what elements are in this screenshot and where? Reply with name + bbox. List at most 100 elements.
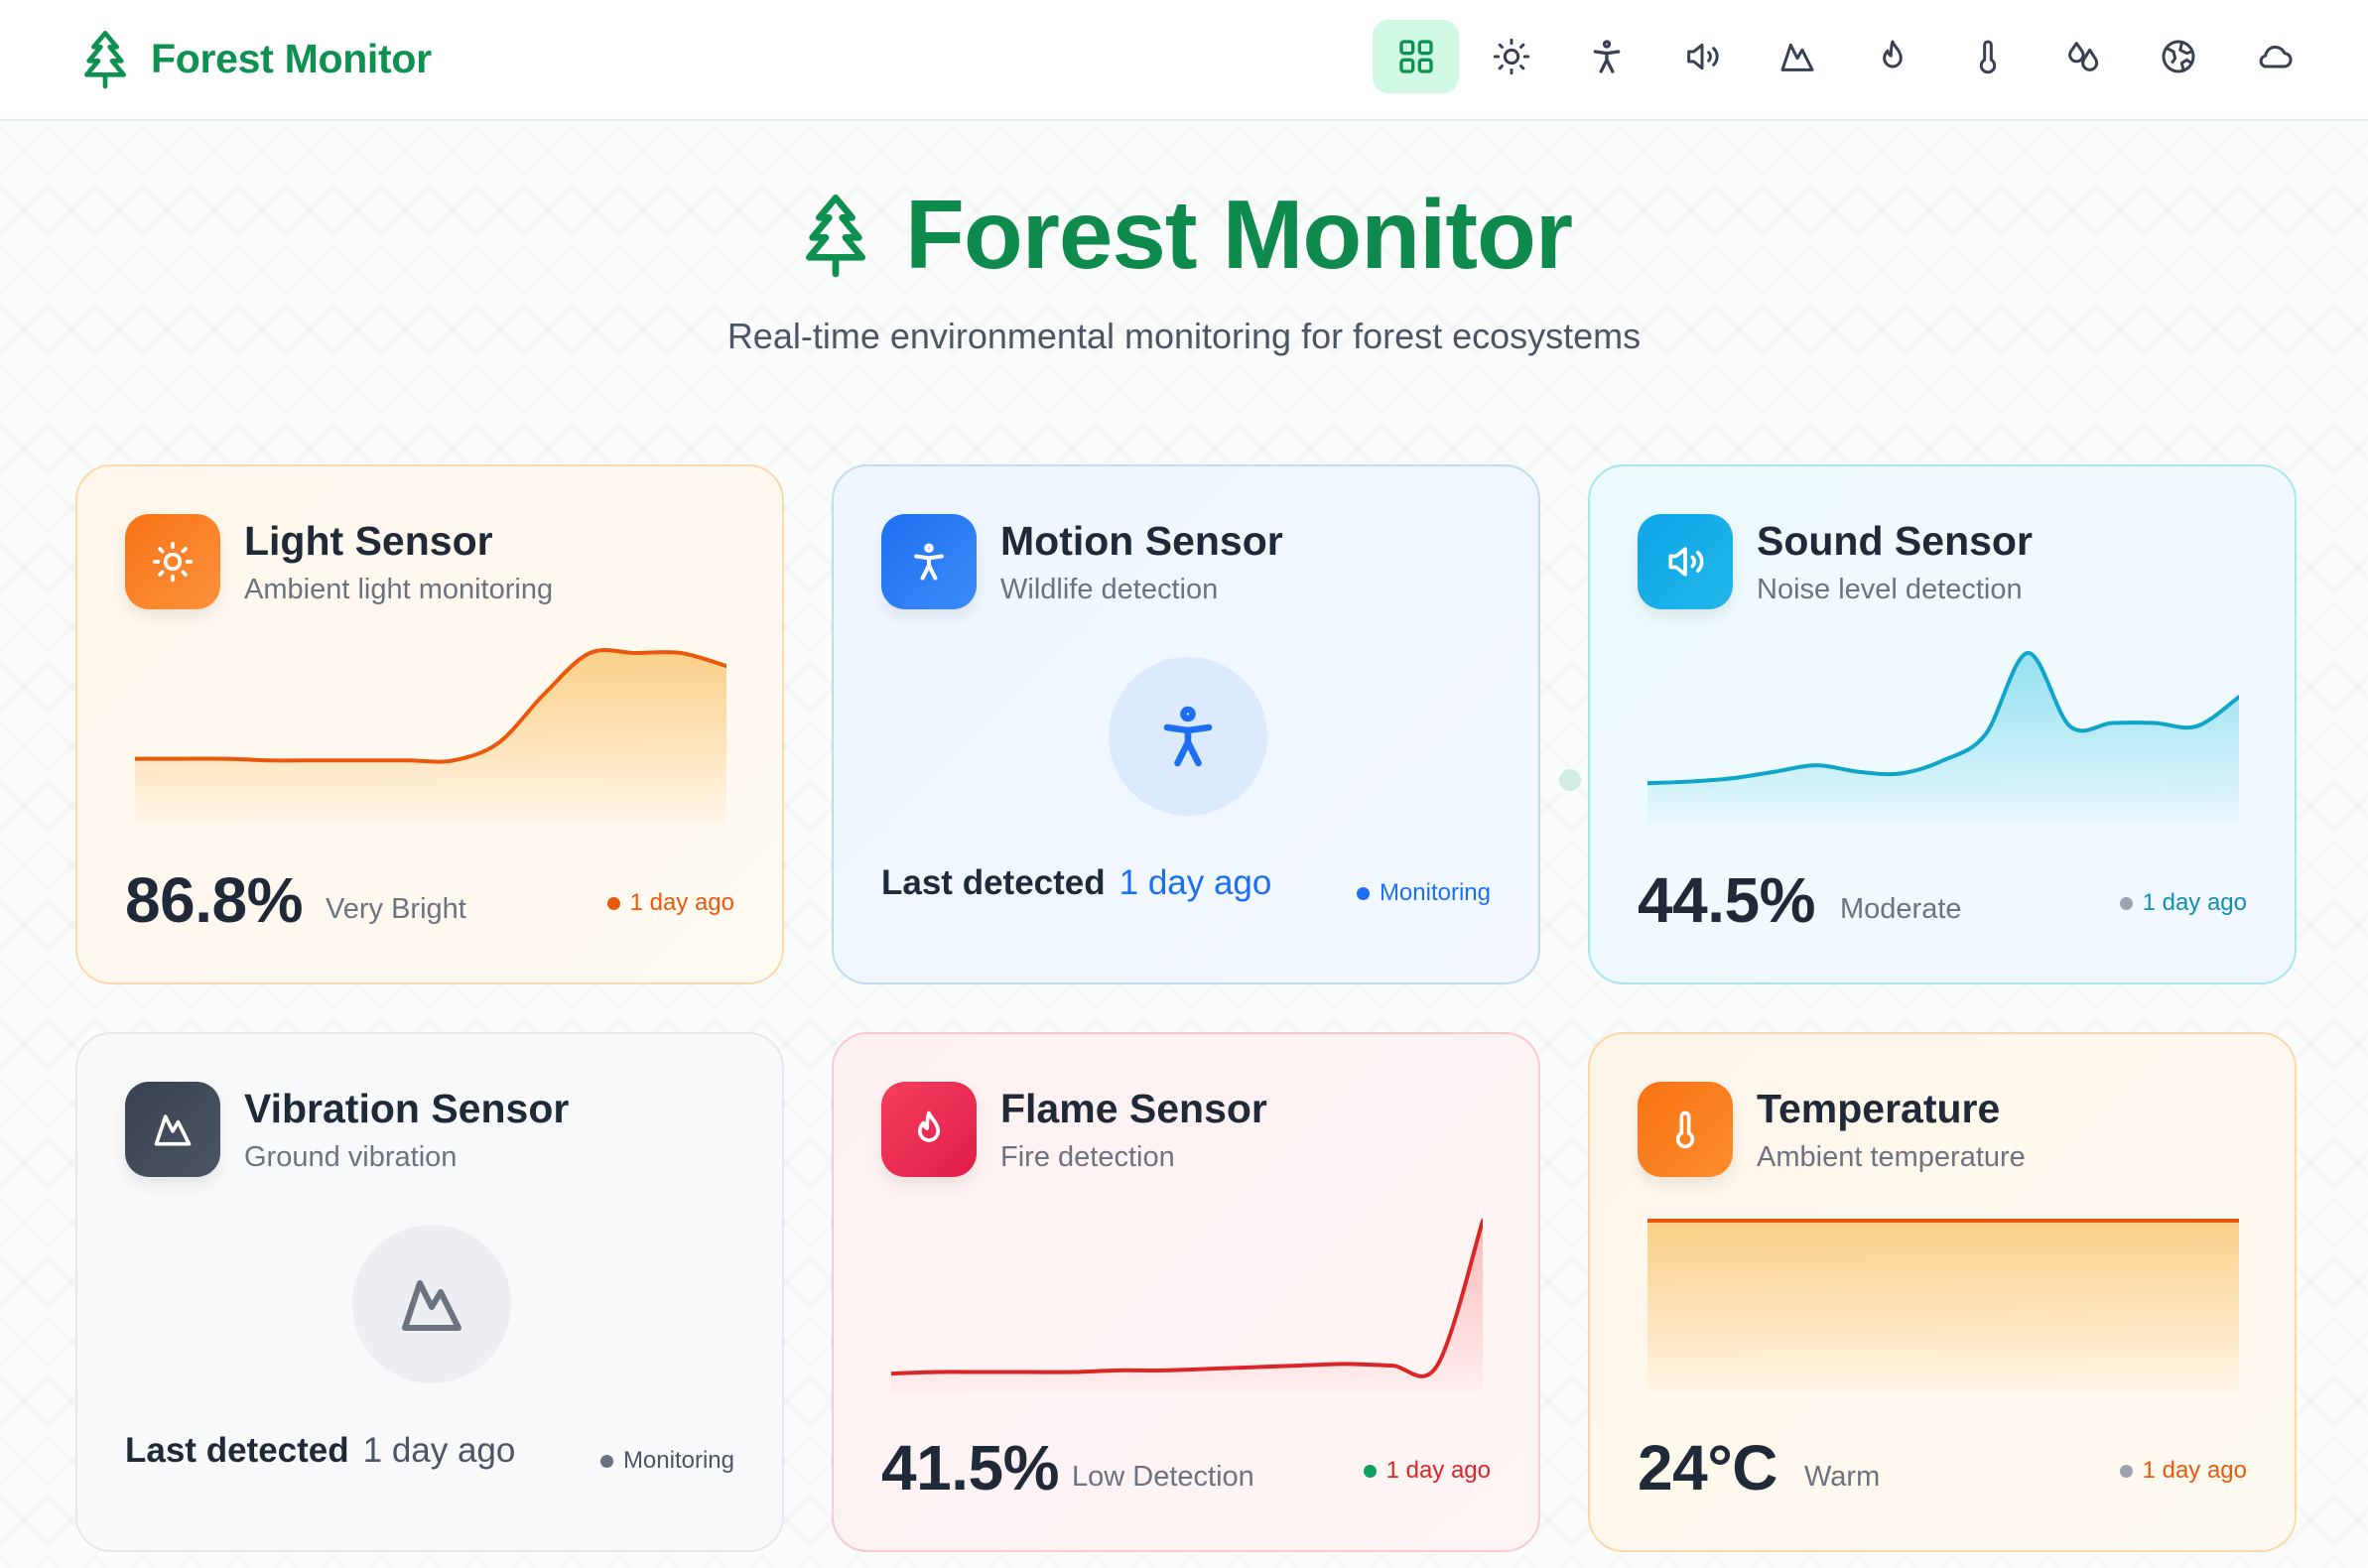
speaker-icon <box>1668 547 1704 577</box>
motion-sensor-icon-tile <box>881 514 977 609</box>
temperature-value-label: Warm <box>1804 1461 1881 1493</box>
speaker-icon <box>1686 43 1719 70</box>
nav-icon-bar <box>1373 20 2316 93</box>
card-subtitle: Fire detection <box>1000 1141 1175 1173</box>
temperature-card[interactable]: Temperature Ambient temperature 24°C War… <box>1588 1032 2297 1552</box>
trend-line <box>891 1221 1483 1376</box>
tree-icon <box>84 31 126 89</box>
page-title: Forest Monitor <box>905 179 1573 289</box>
nav-temperature-button[interactable] <box>1944 20 2031 93</box>
detect-label: Last detected <box>881 863 1106 902</box>
top-navbar: Forest Monitor <box>0 0 2368 121</box>
status-text: 1 day ago <box>1385 1457 1491 1484</box>
nav-motion-button[interactable] <box>1563 20 1649 93</box>
nav-weather-button[interactable] <box>2230 20 2316 93</box>
status-text: Monitoring <box>622 1447 734 1474</box>
status-dot <box>599 1454 613 1468</box>
card-subtitle: Noise level detection <box>1757 574 2023 605</box>
person-icon <box>1593 40 1620 73</box>
temperature-value: 24°C <box>1638 1432 1778 1503</box>
mountain-icon <box>402 1280 461 1331</box>
flame-icon <box>1882 40 1903 68</box>
trend-area <box>1647 1221 2239 1391</box>
vibration-sensor-icon-tile <box>125 1082 220 1177</box>
globe-icon <box>2162 40 2194 73</box>
nav-sound-button[interactable] <box>1658 20 1745 93</box>
status-dot <box>2119 1464 2133 1478</box>
mountain-icon <box>1780 43 1813 71</box>
status-text: 1 day ago <box>2142 889 2247 916</box>
motion-sensor-card[interactable]: Motion Sensor Wildlife detection Last de… <box>832 464 1540 984</box>
card-title: Sound Sensor <box>1757 518 2033 564</box>
card-title: Temperature <box>1757 1086 2001 1131</box>
light-value-label: Very Bright <box>326 893 466 925</box>
flame-sensor-card[interactable]: Flame Sensor Fire detection 41.5% Low De… <box>832 1032 1540 1552</box>
nav-vibration-button[interactable] <box>1754 20 1840 93</box>
sound-sensor-card[interactable]: Sound Sensor Noise level detection 44.5%… <box>1588 464 2297 984</box>
sound-sensor-icon-tile <box>1638 514 1733 609</box>
card-subtitle: Ambient light monitoring <box>244 574 554 605</box>
droplets-icon <box>2067 42 2098 71</box>
vibration-sensor-card[interactable]: Vibration Sensor Ground vibration Last d… <box>75 1032 784 1552</box>
light-sensor-card[interactable]: Light Sensor Ambient light monitoring 86… <box>75 464 784 984</box>
status-text: Monitoring <box>1379 879 1491 906</box>
flame-trend-chart <box>891 1213 1483 1391</box>
brand-title: Forest Monitor <box>151 35 432 81</box>
card-subtitle: Ground vibration <box>244 1141 458 1173</box>
sound-status: 1 day ago <box>2119 889 2247 917</box>
nav-light-button[interactable] <box>1468 20 1554 93</box>
flame-sensor-icon-tile <box>881 1082 977 1177</box>
trend-area <box>1647 652 2239 824</box>
light-sensor-icon-tile <box>125 514 220 609</box>
status-dot <box>2119 896 2133 910</box>
nav-globe-button[interactable] <box>2135 20 2221 93</box>
grid-icon <box>1398 40 1433 73</box>
light-status: 1 day ago <box>606 889 734 917</box>
detect-label: Last detected <box>125 1431 349 1470</box>
flame-icon <box>918 1111 940 1142</box>
motion-last-detected: Last detected 1 day ago <box>881 863 1271 923</box>
temperature-trend-chart <box>1647 1213 2239 1391</box>
vibration-last-detected: Last detected 1 day ago <box>125 1431 515 1491</box>
sound-trend-chart <box>1647 645 2239 824</box>
sun-icon <box>1493 38 1529 75</box>
thermometer-icon <box>1675 1111 1695 1149</box>
temperature-status: 1 day ago <box>2119 1457 2247 1485</box>
flame-value: 41.5% <box>881 1432 1059 1503</box>
motion-status: Monitoring <box>1356 879 1491 907</box>
mountain-icon <box>154 1114 192 1146</box>
person-icon <box>1163 706 1213 767</box>
nav-flame-button[interactable] <box>1849 20 1935 93</box>
tree-icon <box>806 194 866 278</box>
detect-value: 1 day ago <box>1118 863 1272 902</box>
hero-title: Forest Monitor <box>0 179 2368 290</box>
trend-area <box>135 649 726 824</box>
cloud-icon <box>2259 46 2293 68</box>
flame-status: 1 day ago <box>1363 1457 1491 1485</box>
light-value: 86.8% <box>125 864 303 936</box>
vibration-status: Monitoring <box>599 1447 734 1475</box>
person-icon <box>914 543 944 581</box>
detect-value: 1 day ago <box>362 1431 516 1470</box>
temperature-icon-tile <box>1638 1082 1733 1177</box>
card-subtitle: Ambient temperature <box>1757 1141 2026 1173</box>
flame-value-label: Low Detection <box>1072 1461 1254 1493</box>
sun-icon <box>152 541 194 583</box>
status-text: 1 day ago <box>629 889 734 916</box>
card-title: Motion Sensor <box>1000 518 1283 564</box>
sound-value-label: Moderate <box>1840 893 1962 925</box>
scroll-indicator-dot <box>1559 769 1581 791</box>
card-title: Flame Sensor <box>1000 1086 1267 1131</box>
card-subtitle: Wildlife detection <box>1000 574 1219 605</box>
vibration-status-circle <box>352 1225 511 1383</box>
status-dot <box>1356 886 1370 900</box>
brand[interactable]: Forest Monitor <box>77 28 432 89</box>
nav-dashboard-button[interactable] <box>1373 20 1459 93</box>
motion-status-circle <box>1109 657 1267 816</box>
status-dot <box>1363 1464 1377 1478</box>
thermometer-icon <box>1979 40 1996 74</box>
sound-value: 44.5% <box>1638 864 1815 936</box>
nav-humidity-button[interactable] <box>2039 20 2126 93</box>
status-text: 1 day ago <box>2142 1457 2247 1484</box>
card-title: Light Sensor <box>244 518 493 564</box>
